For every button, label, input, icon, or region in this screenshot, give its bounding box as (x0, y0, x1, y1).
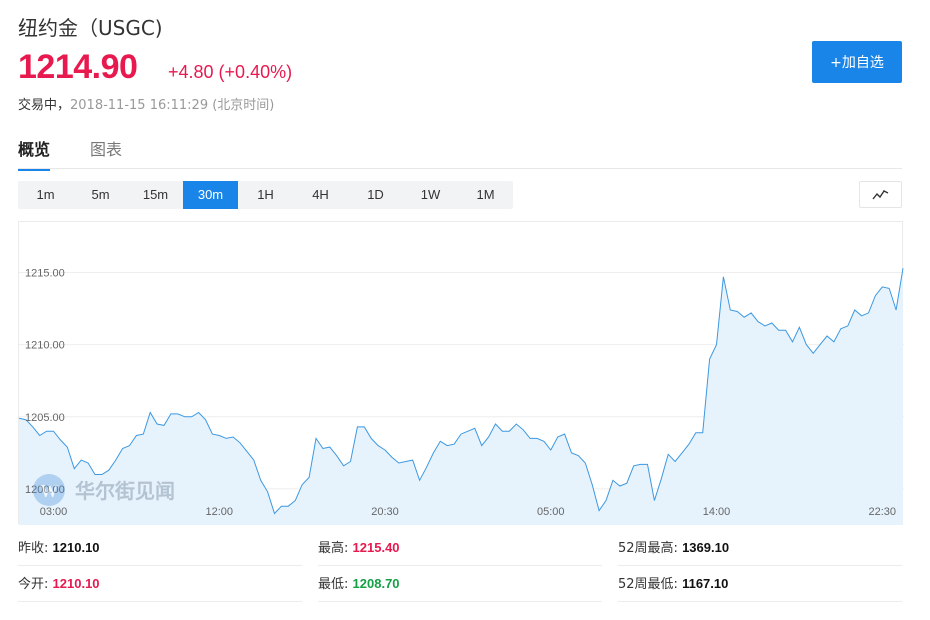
y-tick-label: 1215.00 (25, 268, 65, 280)
interval-5m[interactable]: 5m (73, 181, 128, 209)
stat-open: 今开: 1210.10 (18, 566, 302, 602)
timestamp: 2018-11-15 16:11:29 (北京时间) (70, 98, 275, 113)
stat-52w-high: 52周最高: 1369.10 (618, 530, 902, 566)
stat-label: 今开: (18, 577, 49, 592)
line-chart-icon (872, 190, 889, 200)
interval-1h[interactable]: 1H (238, 181, 293, 209)
interval-1m[interactable]: 1m (18, 181, 73, 209)
y-tick-label: 1205.00 (25, 412, 65, 424)
stat-value: 1210.10 (52, 576, 100, 591)
stat-value: 1167.10 (682, 576, 729, 591)
stat-label: 最高: (318, 541, 349, 556)
chart-type-button[interactable] (859, 181, 902, 208)
x-tick-label: 03:00 (40, 506, 68, 518)
x-tick-label: 20:30 (371, 506, 399, 518)
interval-1mo[interactable]: 1M (458, 181, 513, 209)
stat-label: 52周最低: (618, 577, 678, 592)
tab-chart[interactable]: 图表 (90, 136, 122, 169)
stat-value: 1369.10 (682, 540, 730, 555)
tab-bar: 概览 图表 (18, 136, 902, 171)
interval-selector: 1m 5m 15m 30m 1H 4H 1D 1W 1M (18, 181, 513, 209)
status-text: 交易中， (18, 98, 71, 113)
wallstreetcn-logo: W 华尔街见闻 (33, 474, 175, 506)
interval-4h[interactable]: 4H (293, 181, 348, 209)
stat-label: 最低: (318, 577, 349, 592)
stat-value: 1208.70 (352, 576, 400, 591)
x-tick-label: 05:00 (537, 506, 565, 518)
stat-value: 1210.10 (52, 540, 100, 555)
price-chart[interactable]: 1215.001210.001205.001200.0003:0012:0020… (18, 221, 904, 525)
x-tick-label: 14:00 (703, 506, 731, 518)
interval-15m[interactable]: 15m (128, 181, 183, 209)
last-price: 1214.90 (18, 48, 138, 86)
x-tick-label: 12:00 (206, 506, 234, 518)
instrument-title: 纽约金（USGC) (18, 16, 163, 40)
svg-text:W: W (40, 481, 58, 501)
stat-low: 最低: 1208.70 (318, 566, 602, 602)
stat-label: 昨收: (18, 541, 49, 556)
stat-prev-close: 昨收: 1210.10 (18, 530, 302, 566)
chart-canvas: 1215.001210.001205.001200.0003:0012:0020… (19, 268, 904, 525)
trading-status: 交易中，2018-11-15 16:11:29 (北京时间) (18, 94, 274, 113)
stat-value: 1215.40 (352, 540, 400, 555)
interval-1d[interactable]: 1D (348, 181, 403, 209)
tab-overview[interactable]: 概览 (18, 136, 51, 171)
stat-label: 52周最高: (618, 541, 678, 556)
add-to-watchlist-button[interactable]: +加自选 (812, 41, 902, 83)
svg-text:华尔街见闻: 华尔街见闻 (75, 479, 175, 503)
interval-30m[interactable]: 30m (183, 181, 238, 209)
stat-52w-low: 52周最低: 1167.10 (618, 566, 902, 602)
y-tick-label: 1210.00 (25, 340, 65, 352)
x-tick-label: 22:30 (869, 506, 897, 518)
interval-1w[interactable]: 1W (403, 181, 458, 209)
price-change: +4.80 (+0.40%) (168, 62, 293, 82)
stat-high: 最高: 1215.40 (318, 530, 602, 566)
